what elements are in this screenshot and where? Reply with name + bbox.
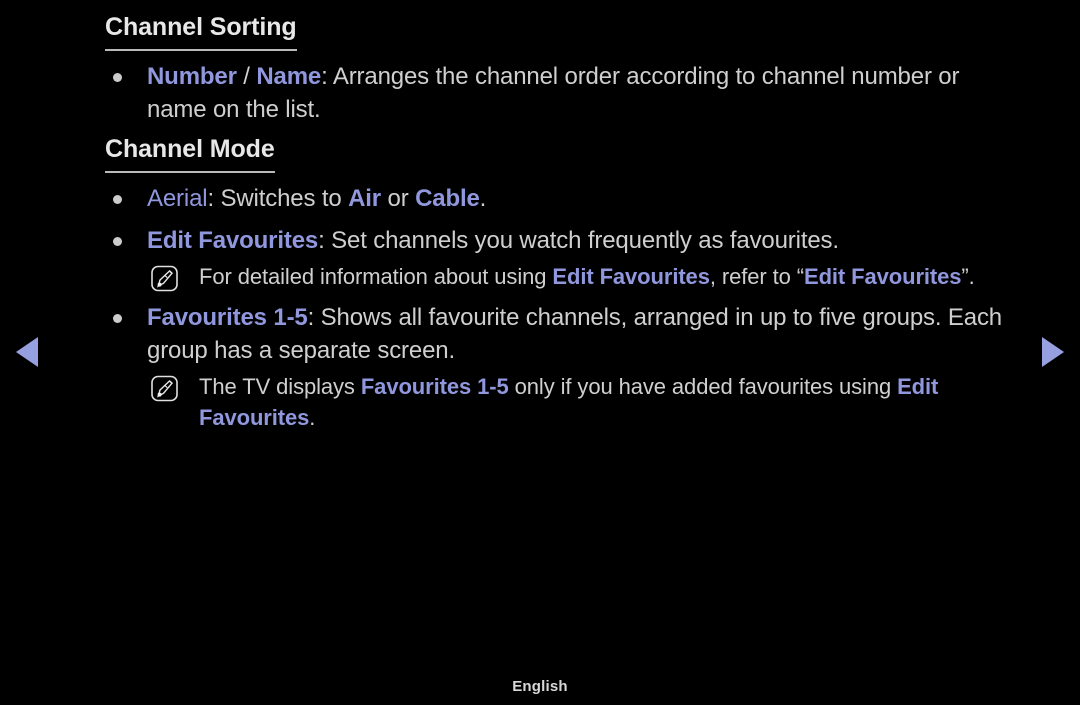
section-heading-channel-sorting: Channel Sorting (105, 10, 1080, 51)
bullet-dot-icon (113, 73, 122, 82)
conjunction-or: or (380, 185, 416, 212)
bullet-number-name: Number / Name: Arranges the channel orde… (0, 60, 1080, 126)
description-text: : Switches to (207, 185, 349, 212)
section-heading-text: Channel Mode (105, 132, 275, 173)
tv-help-screen: Channel Sorting Number / Name: Arranges … (0, 0, 1080, 705)
bullet-text: Aerial: Switches to Air or Cable. (147, 185, 486, 212)
section-channel-mode: Channel Mode Aerial: Switches to Air or … (0, 132, 1080, 433)
keyword-edit-favourites-quoted: Edit Favourites (804, 264, 962, 289)
bullet-dot-icon (113, 237, 122, 246)
note-text: The TV displays Favourites 1-5 only if y… (199, 374, 938, 430)
previous-page-arrow-icon[interactable] (16, 337, 38, 367)
bullet-text: Edit Favourites: Set channels you watch … (147, 227, 839, 254)
bullet-favourites-1-5: Favourites 1-5: Shows all favourite chan… (0, 301, 1080, 367)
note-text: For detailed information about using Edi… (199, 264, 975, 289)
separator-slash: / (236, 63, 257, 90)
note-end-text: . (309, 405, 316, 430)
section-channel-sorting: Channel Sorting Number / Name: Arranges … (0, 10, 1080, 126)
note-lead-text: For detailed information about using (199, 264, 553, 289)
section-heading-text: Channel Sorting (105, 10, 297, 51)
note-mid-text: , refer to “ (709, 264, 804, 289)
note-icon (150, 265, 180, 292)
next-page-arrow-icon[interactable] (1042, 337, 1064, 367)
bullet-text: Favourites 1-5: Shows all favourite chan… (147, 304, 1002, 364)
footer-language-label: English (512, 678, 568, 695)
note-lead-text: The TV displays (199, 374, 361, 399)
note-mid-text: only if you have added favourites using (508, 374, 898, 399)
note-edit-favourites-reference: For detailed information about using Edi… (0, 261, 1080, 292)
keyword-edit-favourites: Edit Favourites (552, 264, 710, 289)
bullet-text: Number / Name: Arranges the channel orde… (147, 63, 959, 123)
description-text: : Set channels you watch frequently as f… (318, 227, 839, 254)
keyword-favourites-1-5: Favourites 1-5 (147, 304, 308, 331)
bullet-edit-favourites: Edit Favourites: Set channels you watch … (0, 224, 1080, 257)
note-end-text: ”. (961, 264, 975, 289)
keyword-number: Number (147, 63, 237, 90)
keyword-cable: Cable (415, 185, 480, 212)
keyword-air: Air (348, 185, 381, 212)
bullet-dot-icon (113, 314, 122, 323)
bullet-dot-icon (113, 195, 122, 204)
note-icon (150, 375, 180, 402)
bullet-aerial: Aerial: Switches to Air or Cable. (0, 182, 1080, 215)
help-content: Channel Sorting Number / Name: Arranges … (0, 0, 1080, 433)
keyword-favourites-1-5: Favourites 1-5 (360, 374, 509, 399)
keyword-edit-favourites: Edit Favourites (147, 227, 319, 254)
section-heading-channel-mode: Channel Mode (105, 132, 1080, 173)
keyword-aerial: Aerial (147, 185, 208, 212)
note-favourites-requires-edit: The TV displays Favourites 1-5 only if y… (0, 371, 1080, 433)
keyword-name: Name (256, 63, 322, 90)
period-text: . (479, 185, 487, 212)
